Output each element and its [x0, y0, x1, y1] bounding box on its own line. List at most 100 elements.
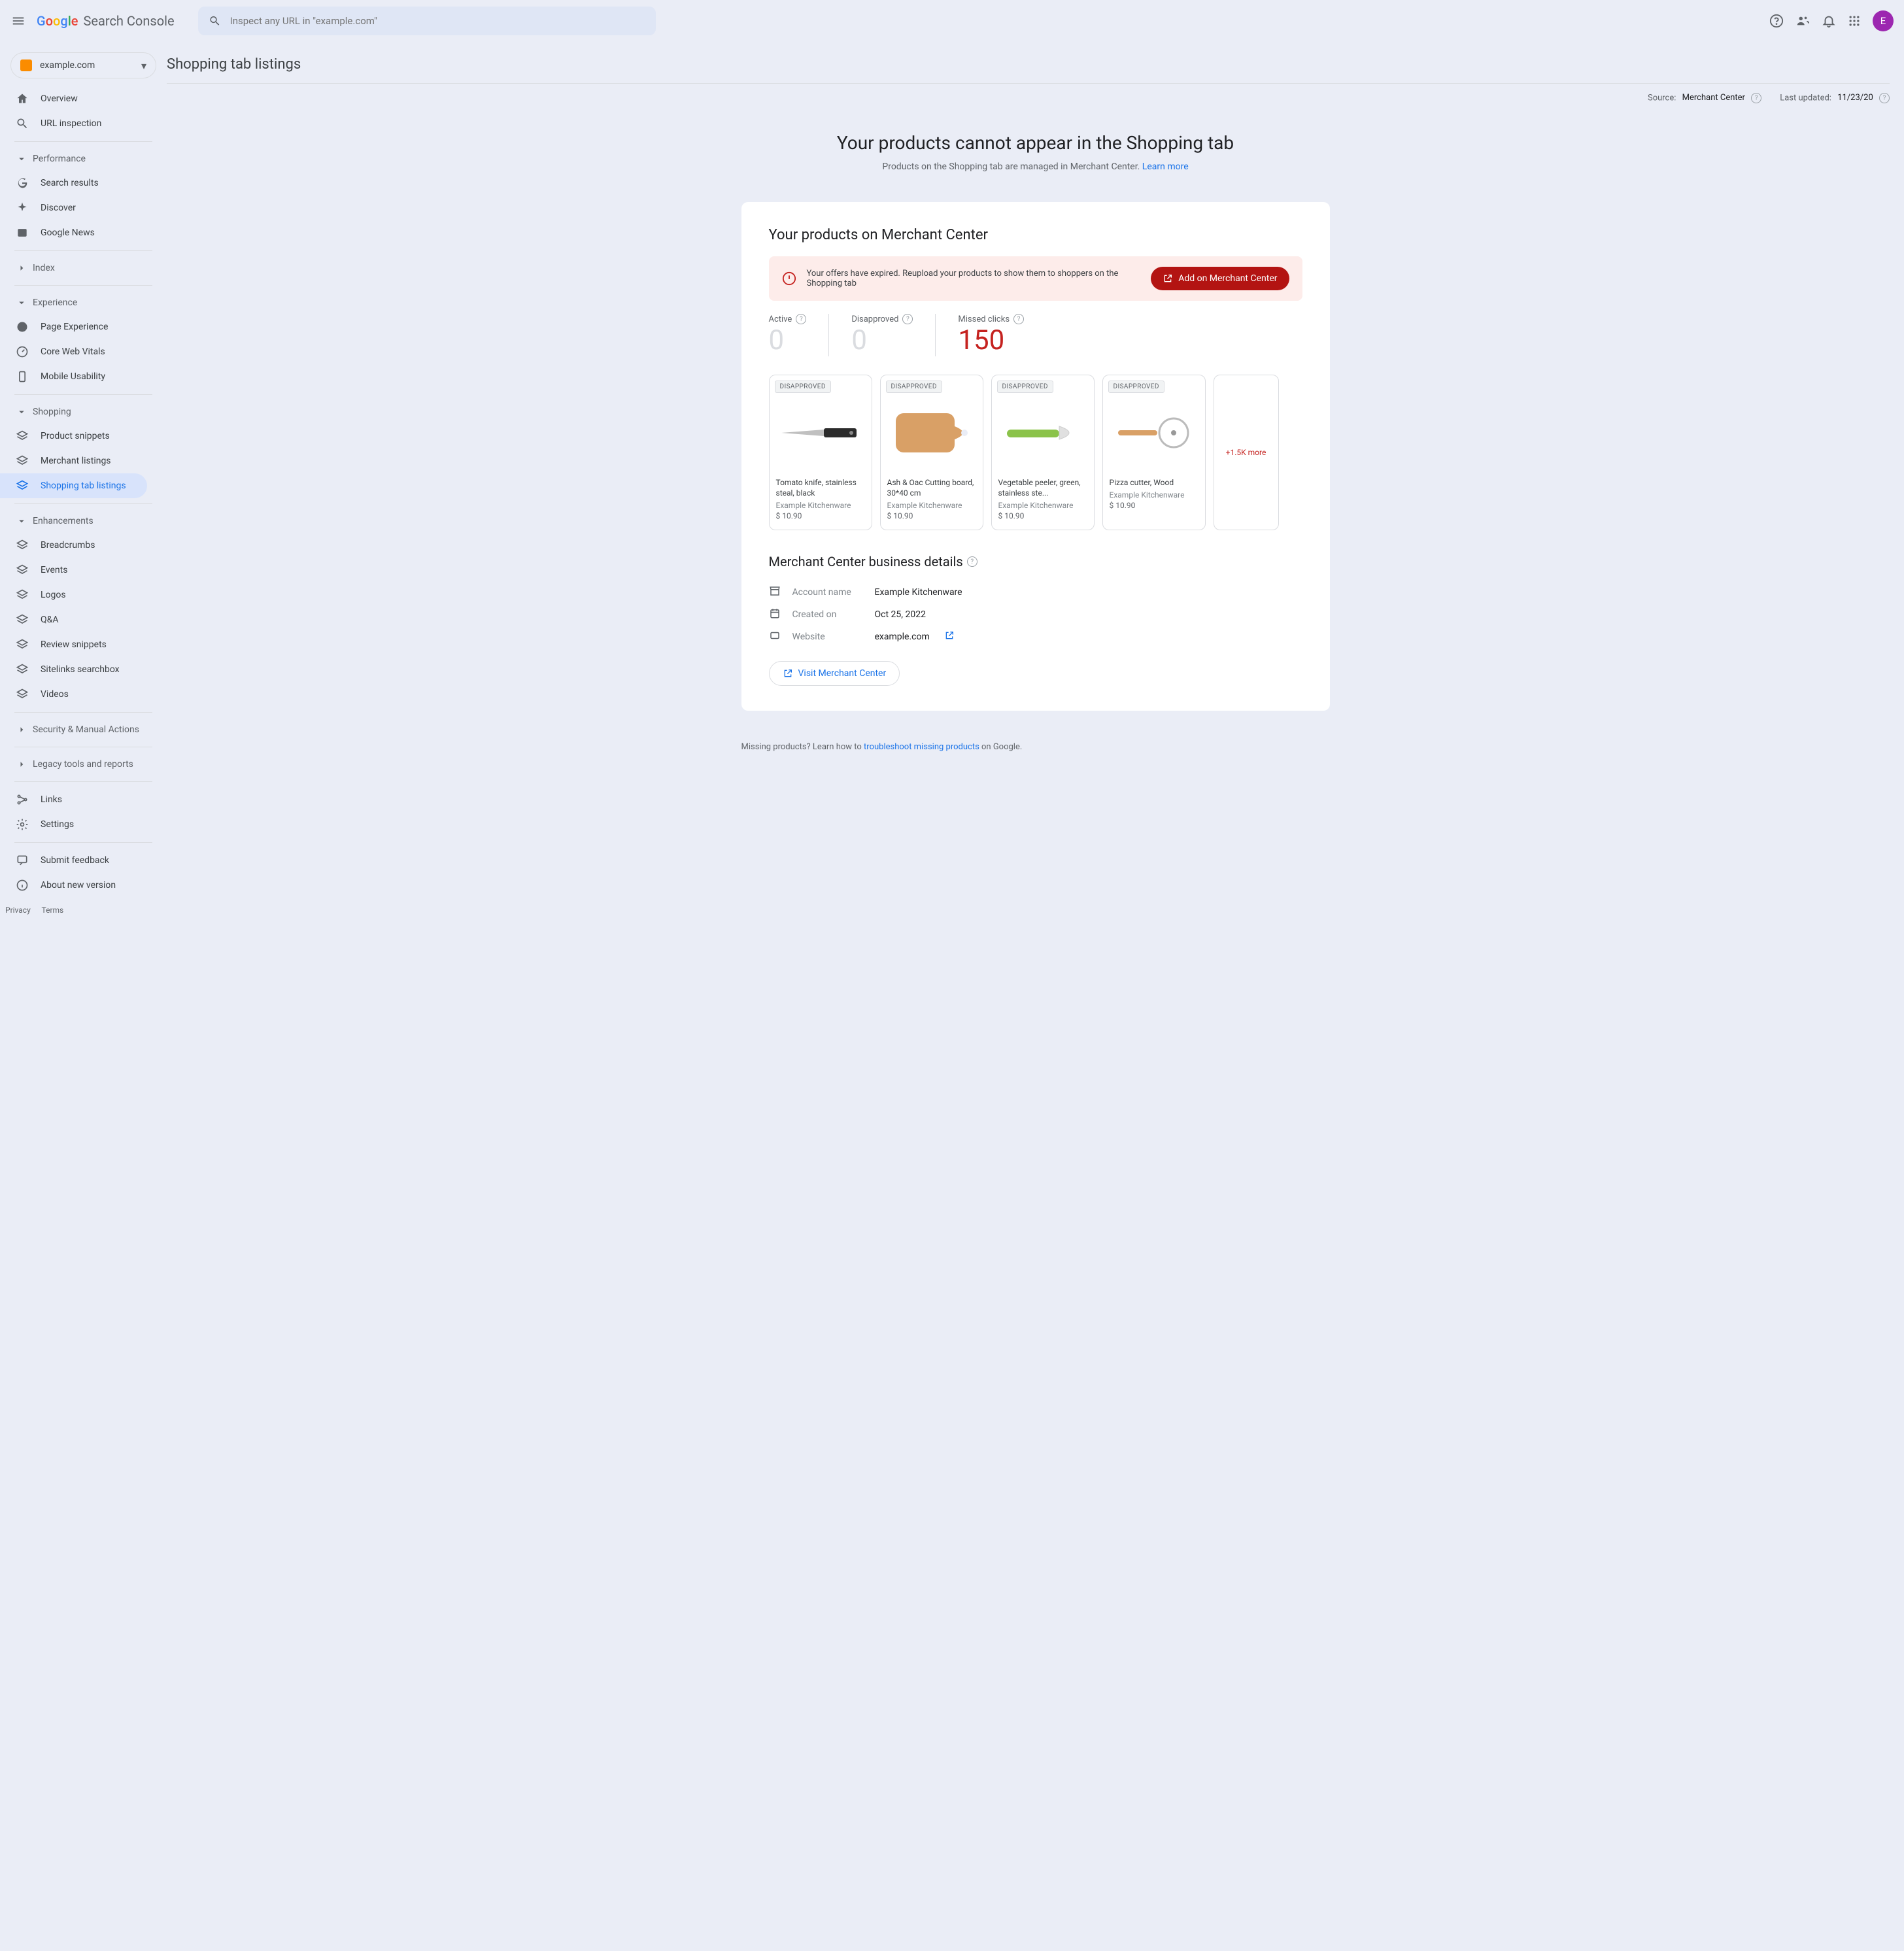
product-image	[1108, 394, 1200, 472]
nav-qa[interactable]: Q&A	[0, 607, 167, 632]
property-domain: example.com	[40, 60, 95, 71]
apps-icon[interactable]	[1848, 14, 1861, 27]
group-security[interactable]: Security & Manual Actions	[0, 718, 167, 741]
status-badge: DISAPPROVED	[997, 381, 1053, 393]
chevron-right-icon	[16, 758, 27, 770]
group-enhancements[interactable]: Enhancements	[0, 509, 167, 533]
nav-videos[interactable]: Videos	[0, 682, 167, 707]
url-search[interactable]	[198, 7, 656, 35]
nav-about[interactable]: About new version	[0, 873, 167, 898]
product-card[interactable]: DISAPPROVED Ash & Oac Cutting board, 30*…	[880, 375, 983, 530]
property-icon	[20, 59, 32, 71]
chevron-down-icon	[16, 153, 27, 165]
status-badge: DISAPPROVED	[775, 381, 831, 393]
group-performance[interactable]: Performance	[0, 147, 167, 171]
chevron-down-icon	[16, 406, 27, 418]
nav-feedback[interactable]: Submit feedback	[0, 848, 167, 873]
stat-disapproved: Disapproved? 0	[851, 314, 936, 356]
nav-page-experience[interactable]: Page Experience	[0, 314, 167, 339]
chevron-down-icon	[16, 297, 27, 309]
mobile-icon	[16, 370, 29, 383]
nav-breadcrumbs[interactable]: Breadcrumbs	[0, 533, 167, 558]
layers-icon	[16, 688, 29, 701]
nav-merchant-listings[interactable]: Merchant listings	[0, 449, 167, 473]
help-icon[interactable]: ?	[1751, 93, 1761, 103]
help-icon[interactable]: ?	[796, 314, 806, 324]
open-external-icon[interactable]	[944, 630, 955, 643]
layers-icon	[16, 454, 29, 467]
open-external-icon	[1163, 273, 1173, 284]
updated-meta: Last updated: 11/23/20 ?	[1780, 93, 1890, 103]
business-details-title: Merchant Center business details ?	[769, 554, 1302, 569]
group-legacy[interactable]: Legacy tools and reports	[0, 753, 167, 776]
more-products[interactable]: +1.5K more	[1214, 375, 1279, 530]
layers-icon	[16, 479, 29, 492]
menu-button[interactable]	[10, 13, 26, 29]
stat-missed-clicks: Missed clicks? 150	[958, 314, 1046, 356]
chevron-right-icon	[16, 724, 27, 736]
link-icon	[16, 793, 29, 806]
notifications-icon[interactable]	[1822, 14, 1836, 28]
chevron-down-icon: ▾	[141, 59, 146, 72]
error-icon	[782, 271, 796, 286]
help-icon[interactable]: ?	[967, 556, 978, 567]
nav-url-inspection[interactable]: URL inspection	[0, 111, 167, 136]
group-experience[interactable]: Experience	[0, 291, 167, 314]
nav-events[interactable]: Events	[0, 558, 167, 583]
group-shopping[interactable]: Shopping	[0, 400, 167, 424]
nav-google-news[interactable]: Google News	[0, 220, 167, 245]
info-icon	[16, 879, 29, 892]
group-index[interactable]: Index	[0, 256, 167, 280]
link-terms[interactable]: Terms	[42, 906, 64, 915]
google-g-icon	[16, 177, 29, 190]
nav-discover[interactable]: Discover	[0, 195, 167, 220]
layers-icon	[16, 430, 29, 443]
news-icon	[16, 226, 29, 239]
calendar-icon	[769, 607, 781, 619]
nav-overview[interactable]: Overview	[0, 86, 167, 111]
stat-active: Active? 0	[769, 314, 830, 356]
detail-website: Website example.com	[769, 626, 1302, 648]
product-card[interactable]: DISAPPROVED Tomato knife, stainless stea…	[769, 375, 872, 530]
link-privacy[interactable]: Privacy	[5, 906, 31, 915]
hero-title: Your products cannot appear in the Shopp…	[167, 132, 1904, 154]
status-badge: DISAPPROVED	[886, 381, 942, 393]
source-meta: Source: Merchant Center ?	[1648, 93, 1761, 103]
nav-search-results[interactable]: Search results	[0, 171, 167, 195]
product-card[interactable]: DISAPPROVED Pizza cutter, Wood Example K…	[1102, 375, 1206, 530]
nav-logos[interactable]: Logos	[0, 583, 167, 607]
nav-settings[interactable]: Settings	[0, 812, 167, 837]
troubleshoot-link[interactable]: troubleshoot missing products	[864, 742, 979, 752]
nav-core-web-vitals[interactable]: Core Web Vitals	[0, 339, 167, 364]
plus-circle-icon	[16, 320, 29, 333]
product-image	[886, 394, 978, 472]
star-icon	[16, 201, 29, 214]
nav-review-snippets[interactable]: Review snippets	[0, 632, 167, 657]
chevron-right-icon	[16, 262, 27, 274]
help-icon[interactable]: ?	[1879, 93, 1890, 103]
expired-alert: Your offers have expired. Reupload your …	[769, 256, 1302, 301]
avatar[interactable]: E	[1873, 10, 1894, 31]
store-icon	[769, 585, 781, 597]
open-external-icon	[783, 668, 793, 679]
learn-more-link[interactable]: Learn more	[1142, 161, 1189, 172]
nav-sitelinks-searchbox[interactable]: Sitelinks searchbox	[0, 657, 167, 682]
google-logo: Google Search Console	[37, 13, 175, 29]
help-icon[interactable]: ?	[1013, 314, 1024, 324]
detail-account: Account name Example Kitchenware	[769, 581, 1302, 603]
visit-merchant-center-button[interactable]: Visit Merchant Center	[769, 661, 900, 686]
gear-icon	[16, 818, 29, 831]
property-selector[interactable]: example.com ▾	[10, 52, 156, 78]
feedback-icon	[16, 854, 29, 867]
nav-links[interactable]: Links	[0, 787, 167, 812]
search-input[interactable]	[229, 14, 645, 27]
people-icon[interactable]	[1795, 14, 1810, 28]
nav-shopping-tab-listings[interactable]: Shopping tab listings	[0, 473, 147, 498]
help-icon[interactable]	[1769, 14, 1784, 28]
product-card[interactable]: DISAPPROVED Vegetable peeler, green, sta…	[991, 375, 1095, 530]
help-icon[interactable]: ?	[902, 314, 913, 324]
nav-product-snippets[interactable]: Product snippets	[0, 424, 167, 449]
add-merchant-center-button[interactable]: Add on Merchant Center	[1151, 267, 1289, 290]
nav-mobile-usability[interactable]: Mobile Usability	[0, 364, 167, 389]
layers-icon	[16, 613, 29, 626]
